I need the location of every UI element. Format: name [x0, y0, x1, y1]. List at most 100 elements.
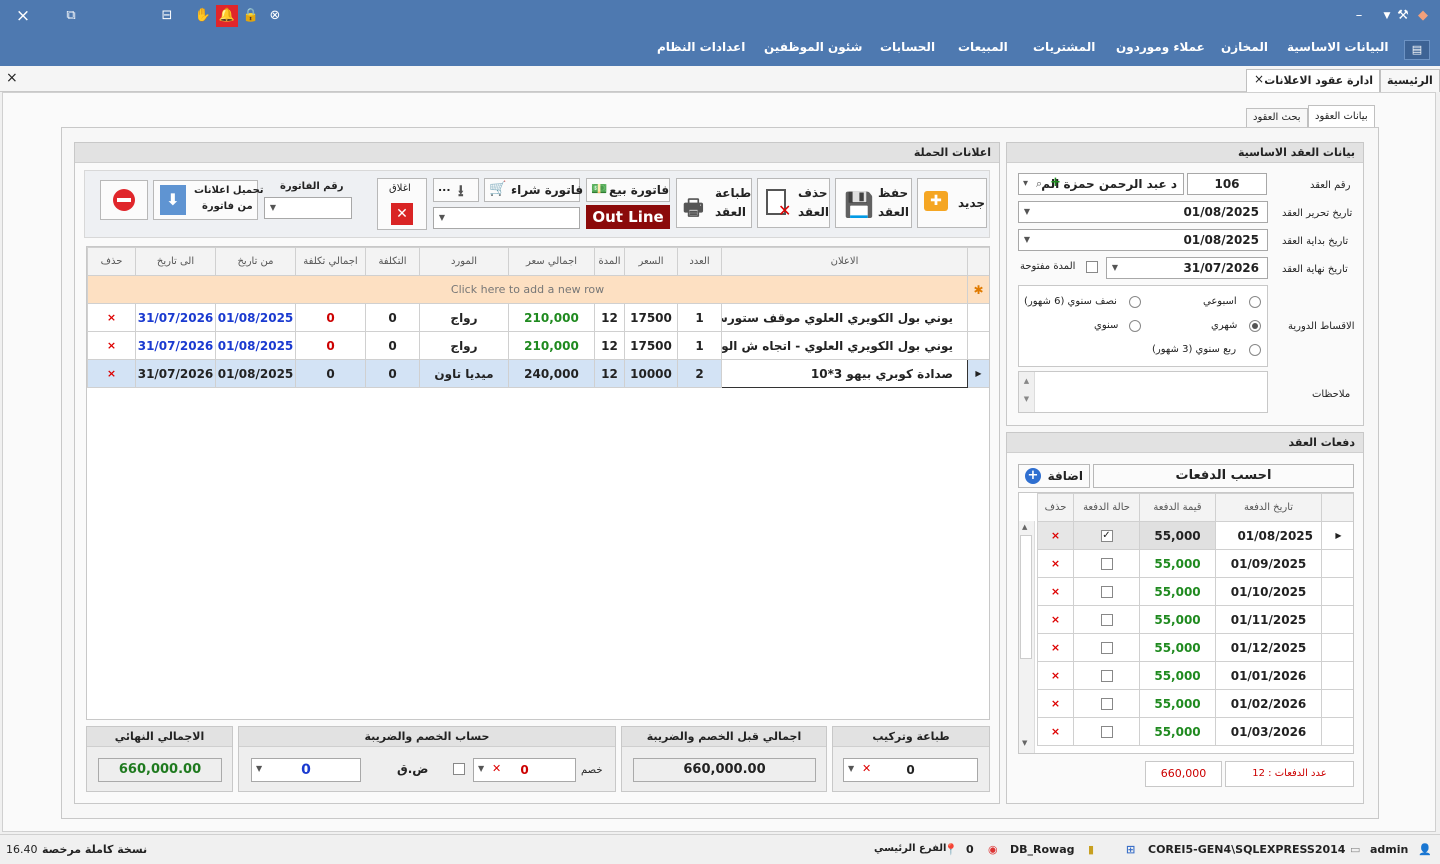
cell-period[interactable]: 12 — [594, 303, 625, 332]
payment-date[interactable]: 01/03/2026 — [1215, 717, 1322, 746]
col-count[interactable]: العدد — [677, 247, 722, 276]
scroll-up-icon[interactable]: ▲ — [1022, 523, 1027, 531]
menu-settings[interactable]: اعدادات النظام — [657, 40, 745, 54]
delete-payment-icon[interactable]: × — [1037, 577, 1074, 606]
cell-total-cost[interactable]: 0 — [295, 359, 366, 388]
cell-supplier[interactable]: رواج — [419, 303, 509, 332]
col-delete[interactable]: حذف — [1037, 493, 1074, 522]
payment-amount[interactable]: 55,000 — [1139, 521, 1216, 550]
payment-status-cell[interactable] — [1073, 577, 1140, 606]
payment-row[interactable]: × 55,000 01/12/2025 — [1037, 633, 1353, 662]
tab-close-icon[interactable]: × — [1254, 72, 1264, 86]
payment-date[interactable]: 01/12/2025 — [1215, 633, 1322, 662]
clear-x-icon[interactable]: ✕ — [862, 762, 871, 775]
cell-count[interactable]: 2 — [677, 359, 722, 388]
cell-total-price[interactable]: 210,000 — [508, 331, 595, 360]
minimize-icon[interactable]: – — [1350, 7, 1368, 25]
payment-paid-checkbox[interactable] — [1100, 642, 1113, 654]
payment-amount[interactable]: 55,000 — [1139, 549, 1216, 578]
payment-date[interactable]: 01/10/2025 — [1215, 577, 1322, 606]
payment-row[interactable]: × 55,000 01/09/2025 — [1037, 549, 1353, 578]
dropdown-arrow-icon[interactable]: ▾ — [1023, 178, 1028, 189]
save-contract-button[interactable]: 💾 حفظ العقد — [835, 178, 912, 228]
payment-row[interactable]: × 55,000 01/03/2026 — [1037, 717, 1353, 746]
payment-status-cell[interactable] — [1073, 633, 1140, 662]
write-date-input[interactable]: 01/08/2025 — [1018, 201, 1268, 223]
cell-total-cost[interactable]: 0 — [295, 331, 366, 360]
col-total-price[interactable]: اجمالي سعر — [508, 247, 595, 276]
delete-payment-icon[interactable]: × — [1037, 689, 1074, 718]
delete-payment-icon[interactable]: × — [1037, 633, 1074, 662]
payment-amount[interactable]: 55,000 — [1139, 717, 1216, 746]
cell-cost[interactable]: 0 — [365, 359, 420, 388]
notes-scrollbar[interactable]: ▲ ▼ — [1019, 372, 1035, 412]
stop-button[interactable] — [100, 180, 148, 220]
cancel-circle-icon[interactable]: ⊗ — [266, 7, 284, 25]
sale-invoice-button[interactable]: 💵 فاتورة بيع — [586, 178, 670, 202]
half-year-radio[interactable] — [1129, 296, 1141, 308]
cell-ad-name[interactable]: صدادة كوبري بيهو 3*10 — [721, 359, 968, 388]
yearly-radio[interactable] — [1129, 320, 1141, 332]
close-button[interactable]: اغلاق ✕ — [377, 178, 427, 230]
menu-sales[interactable]: المبيعات — [958, 40, 1008, 54]
col-date[interactable]: تاريخ الدفعة — [1215, 493, 1322, 522]
cell-ad-name[interactable]: يوني بول الكويري العلوي - اتجاه ش الورشة… — [721, 331, 968, 360]
search-icon[interactable]: ⌕ — [1036, 177, 1042, 191]
ads-row[interactable]: × 31/07/2026 01/08/2025 0 0 رواج 210,000 12 1750… — [87, 303, 989, 332]
cell-cost[interactable]: 0 — [365, 303, 420, 332]
cell-from-date[interactable]: 01/08/2025 — [215, 331, 296, 360]
cell-total-cost[interactable]: 0 — [295, 303, 366, 332]
cell-from-date[interactable]: 01/08/2025 — [215, 359, 296, 388]
weekly-radio[interactable] — [1249, 296, 1261, 308]
col-cost[interactable]: التكلفة — [365, 247, 420, 276]
col-price[interactable]: السعر — [624, 247, 678, 276]
payment-date[interactable]: 01/01/2026 — [1215, 661, 1322, 690]
lock-icon[interactable]: 🔒 — [242, 7, 260, 25]
payments-scrollbar[interactable]: ▲ ▼ — [1019, 521, 1035, 753]
notes-textarea[interactable] — [1018, 371, 1268, 413]
cell-from-date[interactable]: 01/08/2025 — [215, 303, 296, 332]
restore-icon[interactable]: ⧉ — [62, 7, 80, 25]
tab-contract-data[interactable]: بيانات العقود — [1308, 105, 1375, 127]
outline-button[interactable]: Out Line — [586, 205, 670, 229]
hand-icon[interactable]: ✋ — [194, 7, 212, 25]
cell-count[interactable]: 1 — [677, 331, 722, 360]
payment-amount[interactable]: 55,000 — [1139, 689, 1216, 718]
tax-checkbox[interactable] — [453, 763, 465, 775]
payment-paid-checkbox[interactable] — [1100, 586, 1113, 598]
col-period[interactable]: المدة — [594, 247, 625, 276]
payment-amount[interactable]: 55,000 — [1139, 577, 1216, 606]
payment-paid-checkbox[interactable] — [1100, 670, 1113, 682]
tax-input[interactable]: 0 — [251, 758, 361, 782]
payment-row[interactable]: × 55,000 01/01/2026 — [1037, 661, 1353, 690]
cell-to-date[interactable]: 31/07/2026 — [135, 303, 216, 332]
cell-ad-name[interactable]: يوني بول الكويري العلوي موقف ستورس 5*10 — [721, 303, 968, 332]
chevron-down-icon[interactable]: ▼ — [1020, 230, 1034, 250]
contract-number-input[interactable]: 106 — [1187, 173, 1267, 195]
open-period-checkbox[interactable] — [1086, 261, 1098, 273]
payment-status-cell[interactable] — [1073, 549, 1140, 578]
chevron-down-icon[interactable]: ▼ — [848, 764, 854, 773]
col-supplier[interactable]: المورد — [419, 247, 509, 276]
col-to-date[interactable]: الى تاريخ — [135, 247, 216, 276]
calc-payments-button[interactable]: احسب الدفعات — [1093, 464, 1354, 488]
payment-paid-checkbox[interactable]: ✓ — [1100, 530, 1113, 542]
cell-total-price[interactable]: 210,000 — [508, 303, 595, 332]
chevron-down-icon[interactable]: ▼ — [1020, 202, 1034, 222]
menu-customers-suppliers[interactable]: عملاء وموردون — [1116, 40, 1205, 54]
payment-date[interactable]: 01/09/2025 — [1215, 549, 1322, 578]
payment-status-cell[interactable] — [1073, 605, 1140, 634]
scroll-down-icon[interactable]: ▼ — [1022, 739, 1027, 747]
tab-ad-contracts[interactable]: ادارة عقود الاعلانات — [1246, 69, 1380, 92]
menu-stores[interactable]: المخازن — [1221, 40, 1268, 54]
payment-paid-checkbox[interactable] — [1100, 614, 1113, 626]
chevron-down-icon[interactable]: ▼ — [478, 764, 484, 773]
payment-date[interactable]: 01/11/2025 — [1215, 605, 1322, 634]
cell-price[interactable]: 17500 — [624, 331, 678, 360]
cell-price[interactable]: 17500 — [624, 303, 678, 332]
delete-row-icon[interactable]: × — [87, 359, 136, 388]
print-contract-button[interactable]: 🖶 طباعة العقد — [676, 178, 752, 228]
chevron-down-icon[interactable]: ▼ — [266, 198, 280, 218]
chevron-down-icon[interactable]: ▼ — [256, 764, 262, 773]
monthly-radio[interactable] — [1249, 320, 1261, 332]
